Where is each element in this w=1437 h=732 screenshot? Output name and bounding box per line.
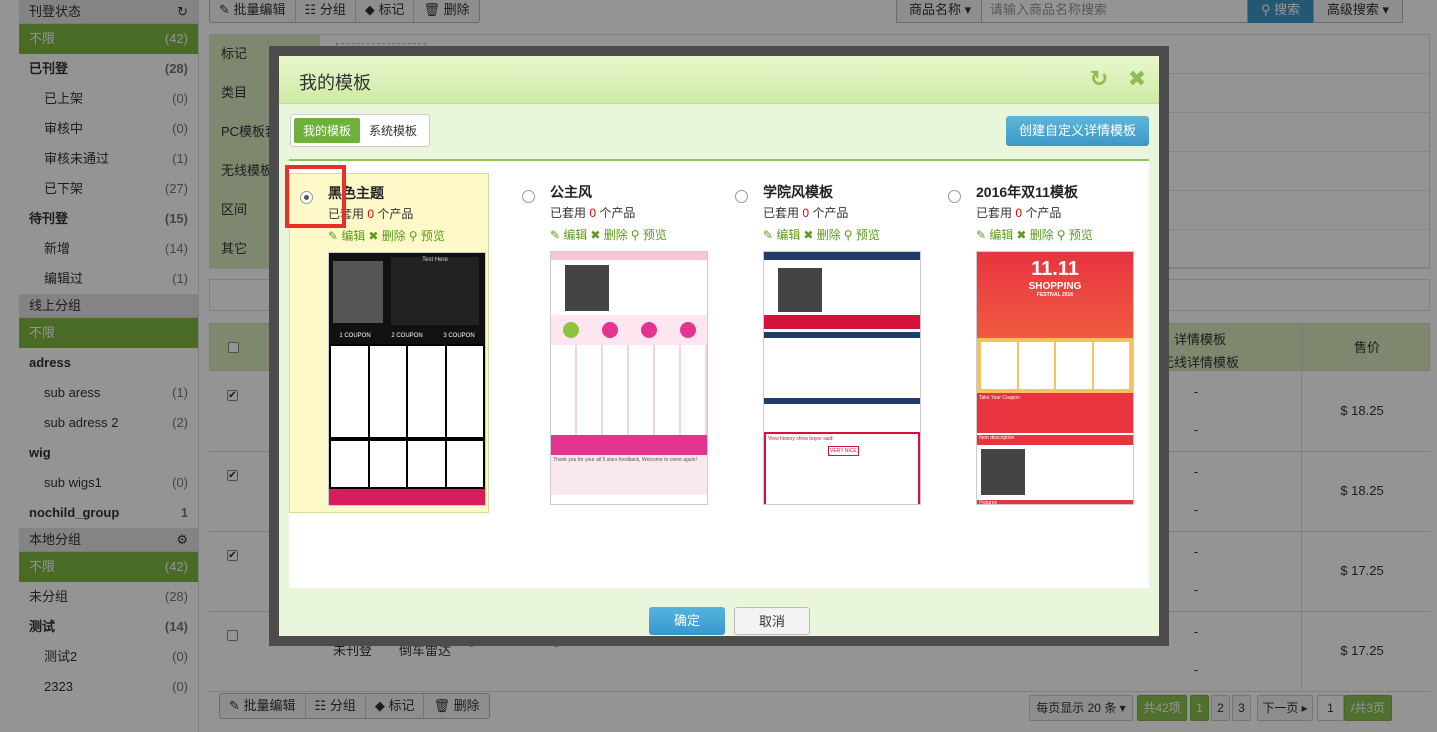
modal-title: 我的模板 xyxy=(299,73,371,93)
template-card[interactable]: 学院风模板已套用 0 个产品 ✎ 编辑 ✖ 删除 ⚲ 预览 View history … xyxy=(725,173,925,513)
tab-my-templates[interactable]: 我的模板 xyxy=(294,118,361,143)
template-thumbnail: 11.11 SHOPPING FESTIVAL 2016 Take Your C… xyxy=(976,251,1134,505)
template-name: 学院风模板 xyxy=(763,184,833,200)
template-radio[interactable] xyxy=(735,190,748,203)
template-thumbnail: Test Here 1 COUPON2 COUPON3 COUPON Thank… xyxy=(328,252,486,506)
edit-template-button[interactable]: ✎ 编辑 xyxy=(763,228,800,242)
template-radio[interactable] xyxy=(948,190,961,203)
template-radio[interactable] xyxy=(522,190,535,203)
template-modal: 我的模板 ↻ ✖ 我的模板 系统模板 创建自定义详情模板 黑色主题 已套用 0 个… xyxy=(269,46,1169,646)
delete-template-button[interactable]: ✖ 删除 xyxy=(368,229,405,243)
preview-template-button[interactable]: ⚲ 预览 xyxy=(409,229,445,243)
template-modal-body: 我的模板 ↻ ✖ 我的模板 系统模板 创建自定义详情模板 黑色主题 已套用 0 个… xyxy=(279,56,1159,636)
template-thumbnail: View history show buyer said: VERY NICE xyxy=(763,251,921,505)
cancel-button[interactable]: 取消 xyxy=(734,607,810,635)
template-usage: 已套用 0 个产品 xyxy=(976,206,1062,220)
template-card[interactable]: 公主风已套用 0 个产品 ✎ 编辑 ✖ 删除 ⚲ 预览 Thank you for y… xyxy=(512,173,712,513)
delete-template-button[interactable]: ✖ 删除 xyxy=(1016,228,1053,242)
delete-template-button[interactable]: ✖ 删除 xyxy=(590,228,627,242)
delete-template-button[interactable]: ✖ 删除 xyxy=(803,228,840,242)
close-icon[interactable]: ✖ xyxy=(1124,66,1150,92)
edit-template-button[interactable]: ✎ 编辑 xyxy=(976,228,1013,242)
template-name: 公主风 xyxy=(550,184,592,200)
template-thumbnail: Thank you for your all 5 stars feedback,… xyxy=(550,251,708,505)
template-actions: ✎ 编辑 ✖ 删除 ⚲ 预览 xyxy=(550,226,670,243)
template-actions: ✎ 编辑 ✖ 删除 ⚲ 预览 xyxy=(976,226,1096,243)
preview-template-button[interactable]: ⚲ 预览 xyxy=(844,228,880,242)
template-name: 2016年双11模板 xyxy=(976,184,1078,200)
template-usage: 已套用 0 个产品 xyxy=(550,206,636,220)
template-actions: ✎ 编辑 ✖ 删除 ⚲ 预览 xyxy=(328,227,448,244)
preview-template-button[interactable]: ⚲ 预览 xyxy=(1057,228,1093,242)
refresh-icon[interactable]: ↻ xyxy=(1086,66,1112,92)
edit-template-button[interactable]: ✎ 编辑 xyxy=(328,229,365,243)
template-tabs: 我的模板 系统模板 xyxy=(290,114,431,147)
template-usage: 已套用 0 个产品 xyxy=(763,206,849,220)
confirm-button[interactable]: 确定 xyxy=(649,607,725,635)
template-list: 黑色主题 已套用 0 个产品 ✎ 编辑 ✖ 删除 ⚲ 预览 Test Here 1 CO… xyxy=(289,161,1149,588)
modal-header: 我的模板 ↻ ✖ xyxy=(279,56,1159,104)
create-custom-template-button[interactable]: 创建自定义详情模板 xyxy=(1006,116,1149,146)
preview-template-button[interactable]: ⚲ 预览 xyxy=(631,228,667,242)
template-card[interactable]: 2016年双11模板 已套用 0 个产品 ✎ 编辑 ✖ 删除 ⚲ 预览 11.11 SH… xyxy=(938,173,1138,513)
tab-system-templates[interactable]: 系统模板 xyxy=(360,118,426,143)
template-actions: ✎ 编辑 ✖ 删除 ⚲ 预览 xyxy=(763,226,883,243)
selection-highlight-box xyxy=(285,165,346,228)
edit-template-button[interactable]: ✎ 编辑 xyxy=(550,228,587,242)
